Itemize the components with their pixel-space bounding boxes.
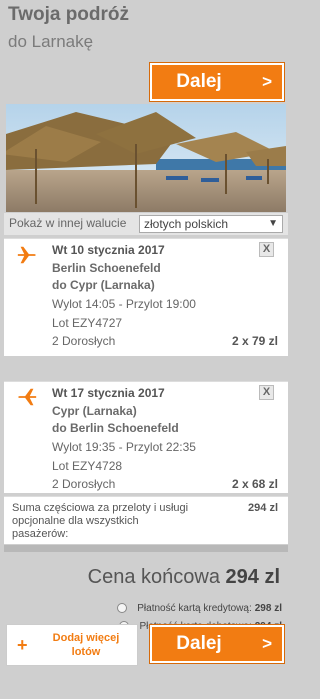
- next-button-label: Dalej: [176, 633, 222, 654]
- subtotal-amount: 294 zl: [248, 502, 278, 514]
- flight-card-inbound: Wt 17 stycznia 2017 Cypr (Larnaka) do Be…: [4, 381, 288, 493]
- flight-times: Wylot 14:05 - Przylot 19:00: [52, 297, 196, 311]
- currency-selector-row: Pokaż w innej walucie złotych polskich ▼: [4, 213, 288, 235]
- total-price: Cena końcowa 294 zl: [88, 566, 280, 589]
- flight-origin: Cypr (Larnaka): [52, 404, 137, 418]
- add-more-flights-button[interactable]: + Dodaj więcej lotów: [6, 624, 138, 666]
- divider: [4, 545, 288, 552]
- chevron-right-icon: >: [262, 72, 272, 91]
- destination-photo: [6, 104, 286, 212]
- next-button-label: Dalej: [176, 71, 222, 92]
- remove-flight-button[interactable]: X: [259, 385, 274, 400]
- page-title: Twoja podróż: [8, 4, 130, 25]
- total-value: 294 zl: [225, 566, 280, 588]
- flight-price: 2 x 79 zl: [231, 334, 278, 348]
- flight-destination: do Cypr (Larnaka): [52, 278, 155, 292]
- flight-passengers: 2 Dorosłych: [52, 477, 116, 491]
- chevron-right-icon: >: [262, 634, 272, 653]
- add-more-flights-label: Dodaj więcej lotów: [52, 632, 120, 658]
- destination-subtitle: do Larnakę: [8, 32, 94, 51]
- plane-outbound-icon: [17, 246, 36, 264]
- flight-number: Lot EZY4727: [52, 316, 123, 330]
- subtotal-label: Suma częściowa za przeloty i usługi opcj…: [12, 502, 189, 540]
- flight-date: Wt 10 stycznia 2017: [52, 243, 165, 257]
- flight-price: 2 x 68 zl: [231, 477, 278, 491]
- dropdown-arrow-icon: ▼: [268, 218, 278, 229]
- flight-date: Wt 17 stycznia 2017: [52, 386, 165, 400]
- payment-option-amount: 298 zl: [254, 602, 282, 614]
- subtotal-summary: Suma częściowa za przeloty i usługi opcj…: [4, 496, 288, 544]
- payment-option-label: Płatność kartą kredytową:: [137, 602, 252, 614]
- flight-times: Wylot 19:35 - Przylot 22:35: [52, 440, 196, 454]
- total-label: Cena końcowa: [87, 566, 220, 588]
- payment-option-credit[interactable]: Płatność kartą kredytową: 298 zl: [117, 601, 282, 615]
- flight-passengers: 2 Dorosłych: [52, 334, 116, 348]
- plus-icon: +: [17, 635, 28, 655]
- next-button-bottom[interactable]: Dalej >: [150, 625, 284, 663]
- radio-button[interactable]: [117, 603, 128, 613]
- currency-label: Pokaż w innej walucie: [9, 216, 127, 230]
- flight-destination: do Berlin Schoenefeld: [52, 421, 179, 435]
- remove-flight-button[interactable]: X: [259, 242, 274, 257]
- currency-select[interactable]: złotych polskich ▼: [139, 215, 283, 233]
- plane-inbound-icon: [18, 388, 37, 406]
- next-button-top[interactable]: Dalej >: [150, 63, 284, 101]
- currency-selected-value: złotych polskich: [144, 217, 229, 231]
- flight-card-outbound: Wt 10 stycznia 2017 Berlin Schoenefeld d…: [4, 238, 288, 356]
- flight-number: Lot EZY4728: [52, 459, 123, 473]
- flight-origin: Berlin Schoenefeld: [52, 261, 161, 275]
